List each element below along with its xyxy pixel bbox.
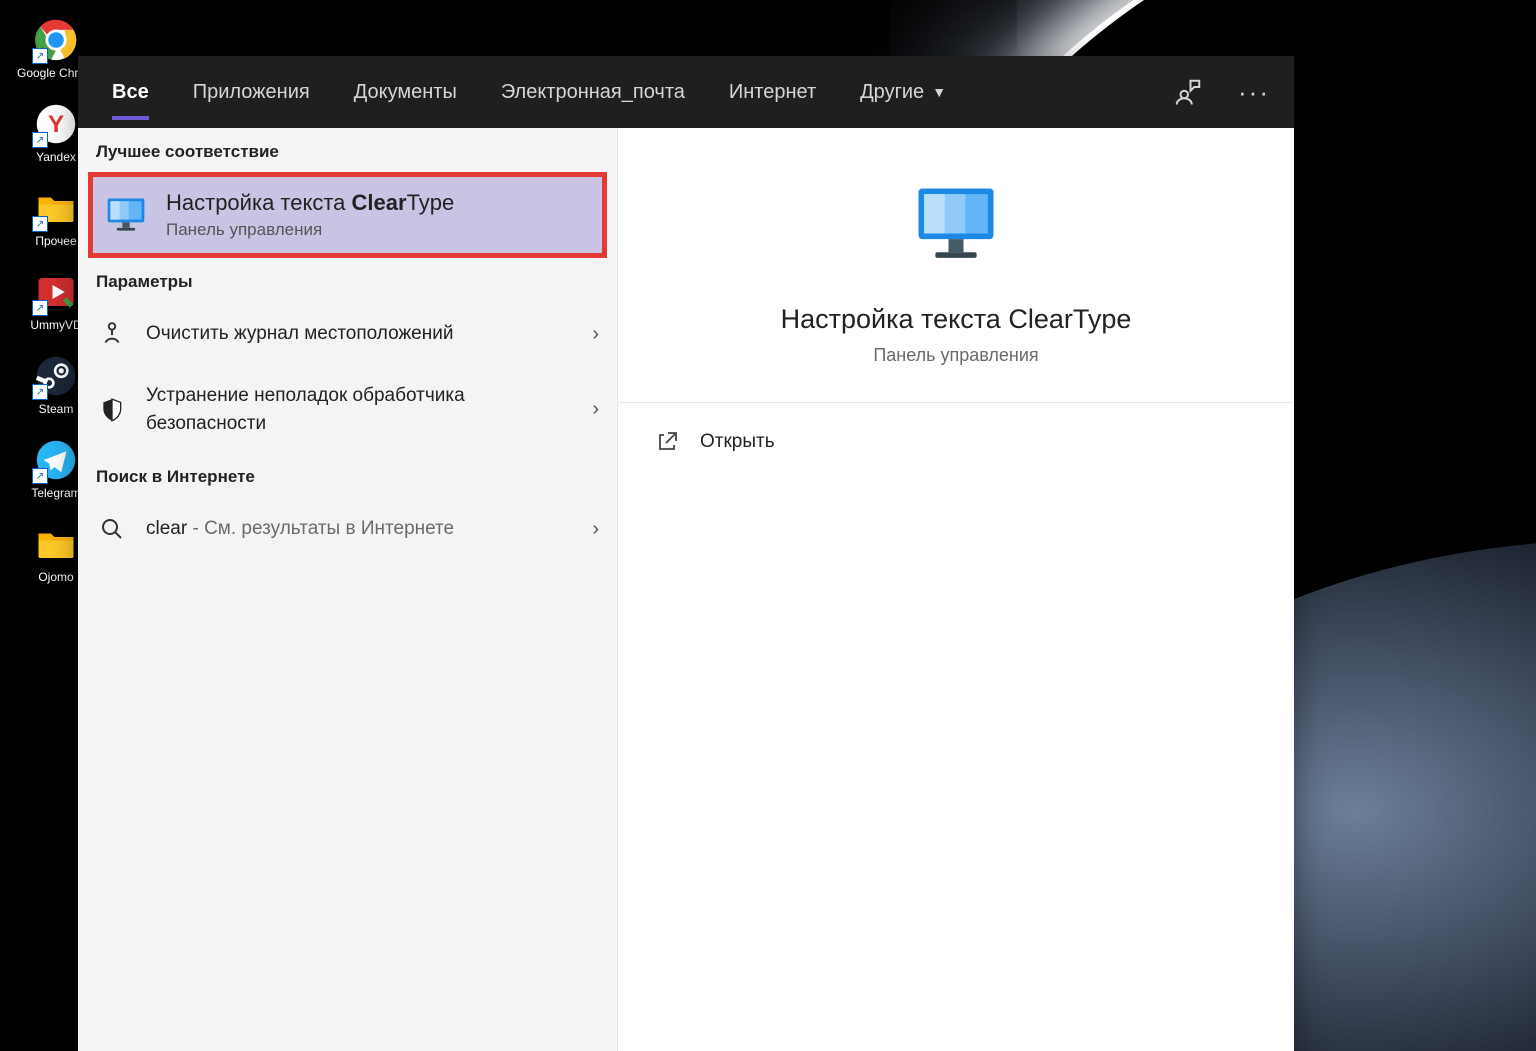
chevron-right-icon: › [592, 398, 599, 421]
section-parameters: Параметры [78, 258, 617, 302]
desktop-icon-label: Ojomo [38, 570, 73, 584]
desktop-icon-label: UmmyVD [30, 318, 81, 332]
desktop-icon-label: Yandex [36, 150, 76, 164]
windows-search-panel: Все Приложения Документы Электронная_поч… [78, 56, 1294, 1051]
tab-label: Интернет [729, 81, 816, 104]
desktop-icon-label: Прочее [35, 234, 76, 248]
ummy-icon: ↗ [32, 268, 80, 316]
feedback-button[interactable] [1160, 56, 1216, 128]
steam-icon: ↗ [32, 352, 80, 400]
search-filter-tabs: Все Приложения Документы Электронная_поч… [78, 56, 1294, 128]
tab-documents[interactable]: Документы [332, 56, 479, 128]
preview-subtitle: Панель управления [873, 345, 1038, 366]
shortcut-arrow-icon: ↗ [32, 48, 48, 64]
shortcut-arrow-icon: ↗ [32, 300, 48, 316]
shortcut-arrow-icon: ↗ [32, 132, 48, 148]
tab-label: Приложения [193, 81, 310, 104]
chevron-down-icon: ▼ [932, 84, 946, 100]
more-options-button[interactable]: ··· [1226, 56, 1282, 128]
shortcut-arrow-icon: ↗ [32, 216, 48, 232]
web-search-item[interactable]: clear - См. результаты в Интернете › [78, 497, 617, 561]
tab-all[interactable]: Все [90, 56, 171, 128]
search-results-list: Лучшее соответствие [78, 128, 618, 1051]
tab-more[interactable]: Другие ▼ [838, 56, 968, 128]
chrome-icon: ↗ [32, 16, 80, 64]
open-external-icon [654, 429, 680, 455]
search-preview-pane: Настройка текста ClearType Панель управл… [618, 128, 1294, 1051]
tab-email[interactable]: Электронная_почта [479, 56, 707, 128]
preview-title: Настройка текста ClearType [781, 304, 1132, 335]
desktop-icon-label: Telegram [31, 486, 80, 500]
settings-item-security-troubleshoot[interactable]: Устранение неполадок обработчика безопас… [78, 366, 617, 453]
best-match-subtitle: Панель управления [166, 220, 454, 240]
location-icon [96, 318, 128, 350]
tab-label: Другие [860, 81, 924, 104]
tab-label: Электронная_почта [501, 81, 685, 104]
tab-apps[interactable]: Приложения [171, 56, 332, 128]
chevron-right-icon: › [592, 518, 599, 541]
tab-internet[interactable]: Интернет [707, 56, 838, 128]
settings-item-label: Очистить журнал местоположений [146, 320, 574, 348]
monitor-icon [104, 193, 148, 237]
shortcut-arrow-icon: ↗ [32, 384, 48, 400]
person-feedback-icon [1173, 77, 1203, 107]
search-icon [96, 513, 128, 545]
folder-icon: ↗ [32, 184, 80, 232]
svg-text:Y: Y [48, 111, 64, 138]
folder-icon [32, 520, 80, 568]
desktop-icon-label: Steam [39, 402, 74, 416]
best-match-result[interactable]: Настройка текста ClearType Панель управл… [88, 172, 607, 258]
monitor-icon [901, 176, 1011, 276]
settings-item-clear-location-history[interactable]: Очистить журнал местоположений › [78, 302, 617, 366]
telegram-icon: ↗ [32, 436, 80, 484]
tab-label: Все [112, 81, 149, 104]
tab-label: Документы [354, 81, 457, 104]
shortcut-arrow-icon: ↗ [32, 468, 48, 484]
chevron-right-icon: › [592, 323, 599, 346]
open-action[interactable]: Открыть [618, 403, 1294, 481]
best-match-title: Настройка текста ClearType [166, 190, 454, 216]
settings-item-label: Устранение неполадок обработчика безопас… [146, 382, 574, 437]
section-web-search: Поиск в Интернете [78, 453, 617, 497]
section-best-match: Лучшее соответствие [78, 128, 617, 172]
yandex-icon: Y ↗ [32, 100, 80, 148]
shield-icon [96, 394, 128, 426]
ellipsis-icon: ··· [1238, 77, 1270, 108]
web-search-label: clear - См. результаты в Интернете [146, 515, 574, 543]
open-action-label: Открыть [700, 431, 775, 453]
